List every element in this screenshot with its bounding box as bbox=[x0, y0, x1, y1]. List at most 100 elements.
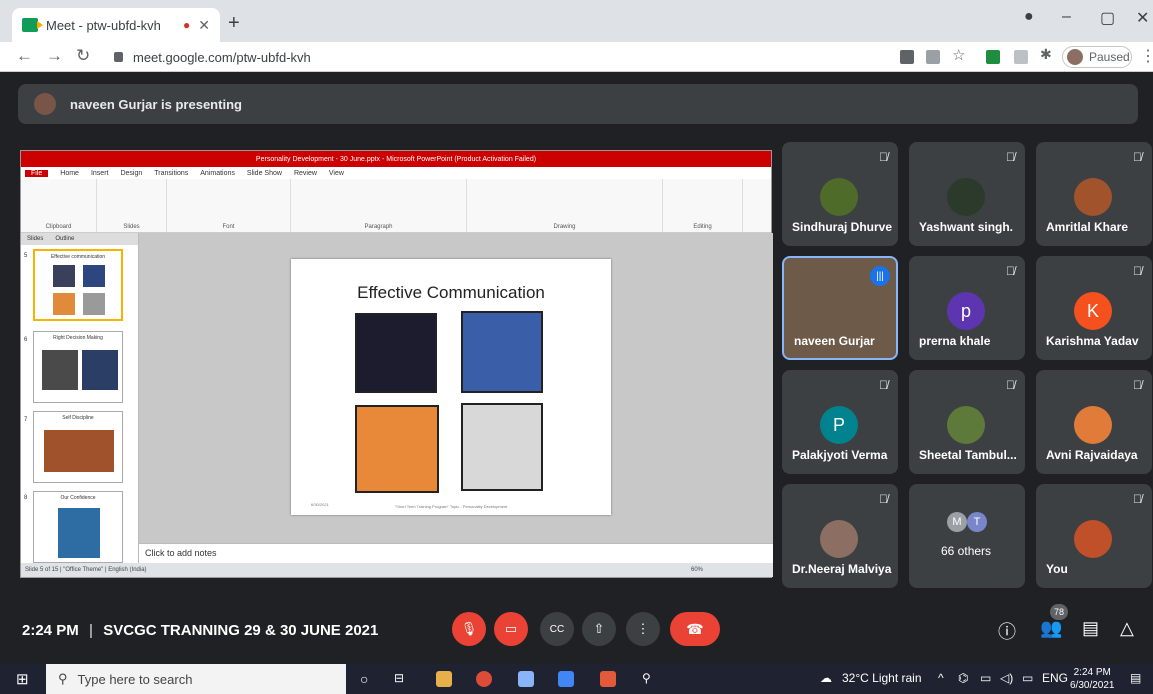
profile-dot-icon[interactable]: ● bbox=[1024, 8, 1034, 26]
slide-thumbnail: Effective communication bbox=[33, 249, 123, 321]
ppt-tab: Animations bbox=[200, 169, 235, 177]
recording-icon: ● bbox=[183, 18, 191, 32]
participant-tile[interactable]: 🎙̸ Dr.Neeraj Malviya bbox=[782, 484, 898, 588]
avatar bbox=[1074, 520, 1112, 558]
menu-icon[interactable]: ⋮ bbox=[1140, 46, 1153, 66]
task-view-icon[interactable]: ⊟ bbox=[394, 671, 404, 685]
puzzle-icon[interactable]: ✱ bbox=[1040, 46, 1052, 63]
search-icon: ⚲ bbox=[58, 671, 68, 686]
app-icon[interactable] bbox=[558, 671, 574, 687]
new-tab-button[interactable]: + bbox=[228, 12, 240, 35]
reload-icon[interactable]: ↻ bbox=[76, 46, 90, 66]
battery-icon[interactable]: ▭ bbox=[1022, 671, 1033, 685]
shared-screen: Personality Development - 30 June.pptx -… bbox=[20, 150, 773, 578]
profile-button[interactable]: Paused bbox=[1062, 46, 1132, 68]
presenting-text: naveen Gurjar is presenting bbox=[70, 96, 242, 112]
self-tile[interactable]: 🎙̸ You bbox=[1036, 484, 1152, 588]
people-icon[interactable]: 👥 bbox=[1040, 618, 1062, 639]
avatar: T bbox=[967, 512, 987, 532]
ppt-status-bar: Slide 5 of 15 | "Office Theme" | English… bbox=[21, 563, 773, 577]
participant-name: Palakjyoti Verma bbox=[792, 448, 888, 462]
mic-off-icon: 🎙̸ bbox=[1133, 492, 1142, 506]
language-indicator[interactable]: ENG bbox=[1042, 671, 1068, 685]
avatar bbox=[820, 178, 858, 216]
sheets-extension-icon[interactable] bbox=[986, 50, 1000, 64]
network-icon[interactable]: ⌬ bbox=[958, 671, 968, 685]
participant-tile[interactable]: 🎙̸ Sheetal Tambul... bbox=[909, 370, 1025, 474]
close-window-button[interactable]: ✕ bbox=[1136, 8, 1149, 28]
slide-title: Effective Communication bbox=[357, 283, 545, 302]
url-text: meet.google.com/ptw-ubfd-kvh bbox=[133, 49, 311, 65]
minimize-button[interactable]: – bbox=[1062, 8, 1071, 26]
participant-name: Sheetal Tambul... bbox=[919, 448, 1017, 462]
extension-icon[interactable] bbox=[1014, 50, 1028, 64]
participant-tile[interactable]: 🎙̸ Sindhuraj Dhurve bbox=[782, 142, 898, 246]
avatar: P bbox=[820, 406, 858, 444]
mic-off-icon: 🎙̸ bbox=[879, 492, 888, 506]
ribbon-group: Clipboard bbox=[21, 179, 97, 232]
mic-off-button[interactable]: 🎙 bbox=[452, 612, 486, 646]
forward-icon[interactable]: → bbox=[46, 46, 63, 66]
participant-name: You bbox=[1046, 562, 1068, 576]
volume-icon[interactable]: ◁) bbox=[1000, 671, 1013, 685]
mic-off-icon: 🎙̸ bbox=[879, 378, 888, 392]
meet-icon bbox=[22, 18, 43, 32]
display-icon[interactable]: ▭ bbox=[980, 671, 991, 685]
taskbar-clock[interactable]: 2:24 PM 6/30/2021 bbox=[1070, 666, 1115, 692]
url-field[interactable]: meet.google.com/ptw-ubfd-kvh bbox=[108, 45, 868, 69]
camera-icon[interactable] bbox=[900, 50, 914, 64]
ppt-tab: View bbox=[328, 169, 344, 177]
avatar bbox=[1067, 49, 1083, 65]
participant-tile[interactable]: 🎙̸ Yashwant singh. bbox=[909, 142, 1025, 246]
taskbar-search[interactable]: ⚲ Type here to search bbox=[46, 664, 346, 694]
app-icon[interactable] bbox=[600, 671, 616, 687]
participant-tile-active-speaker[interactable]: ||| naveen Gurjar bbox=[782, 256, 898, 360]
participant-tile[interactable]: 🎙̸ K Karishma Yadav bbox=[1036, 256, 1152, 360]
weather-text[interactable]: 32°C Light rain bbox=[842, 671, 922, 685]
notifications-icon[interactable]: ▤ bbox=[1130, 671, 1141, 685]
browser-tab[interactable]: Meet - ptw-ubfd-kvh ● ✕ bbox=[12, 8, 220, 42]
current-slide: Effective Communication 6/30/2021 "Short… bbox=[291, 259, 611, 515]
thumb-number: 6 bbox=[24, 337, 28, 343]
slide-thumbnail: Self Discipline bbox=[33, 411, 123, 483]
close-tab-icon[interactable]: ✕ bbox=[198, 17, 210, 34]
participant-tile[interactable]: 🎙̸ P Palakjyoti Verma bbox=[782, 370, 898, 474]
app-icon[interactable] bbox=[518, 671, 534, 687]
slide-canvas: Effective Communication 6/30/2021 "Short… bbox=[139, 233, 773, 543]
back-icon[interactable]: ← bbox=[16, 46, 33, 66]
captions-button[interactable]: CC bbox=[540, 612, 574, 646]
maximize-button[interactable]: ▢ bbox=[1100, 8, 1115, 28]
ribbon-group: Font bbox=[167, 179, 291, 232]
more-options-button[interactable]: ⋮ bbox=[626, 612, 660, 646]
chrome-icon[interactable] bbox=[476, 671, 492, 687]
mic-off-icon: 🎙̸ bbox=[879, 150, 888, 164]
others-tile[interactable]: M T 66 others bbox=[909, 484, 1025, 588]
participant-tile[interactable]: 🎙̸ p prerna khale bbox=[909, 256, 1025, 360]
participant-name: Dr.Neeraj Malviya bbox=[792, 562, 892, 576]
participant-name: Karishma Yadav bbox=[1046, 334, 1139, 348]
camera-off-button[interactable]: ▭ bbox=[494, 612, 528, 646]
cortana-icon[interactable]: ○ bbox=[360, 671, 368, 687]
search-tool-icon[interactable]: ⚲ bbox=[642, 671, 651, 685]
bookmark-star-icon[interactable]: ☆ bbox=[952, 46, 965, 64]
avatar: p bbox=[947, 292, 985, 330]
ppt-tab: Review bbox=[293, 169, 317, 177]
meet-control-bar: 2:24 PM | SVCGC TRANNING 29 & 30 JUNE 20… bbox=[0, 596, 1153, 662]
meeting-info: 2:24 PM | SVCGC TRANNING 29 & 30 JUNE 20… bbox=[22, 622, 378, 639]
ribbon-group: Paragraph bbox=[291, 179, 467, 232]
file-explorer-icon[interactable] bbox=[436, 671, 452, 687]
thumb-number: 8 bbox=[24, 495, 28, 501]
info-icon[interactable]: ⓘ bbox=[998, 618, 1016, 644]
leave-call-button[interactable]: ☎ bbox=[670, 612, 720, 646]
participant-tile[interactable]: 🎙̸ Amritlal Khare bbox=[1036, 142, 1152, 246]
participant-name: Avni Rajvaidaya bbox=[1046, 448, 1138, 462]
participant-tile[interactable]: 🎙̸ Avni Rajvaidaya bbox=[1036, 370, 1152, 474]
clock-time: 2:24 PM bbox=[1073, 667, 1111, 678]
translate-icon[interactable] bbox=[926, 50, 940, 64]
activities-icon[interactable]: △ bbox=[1120, 618, 1134, 639]
present-button[interactable]: ⇧ bbox=[582, 612, 616, 646]
windows-start-icon[interactable]: ⊞ bbox=[16, 670, 29, 688]
chat-icon[interactable]: ▤ bbox=[1082, 618, 1099, 639]
avatar bbox=[1074, 178, 1112, 216]
tray-overflow-icon[interactable]: ^ bbox=[938, 671, 944, 685]
